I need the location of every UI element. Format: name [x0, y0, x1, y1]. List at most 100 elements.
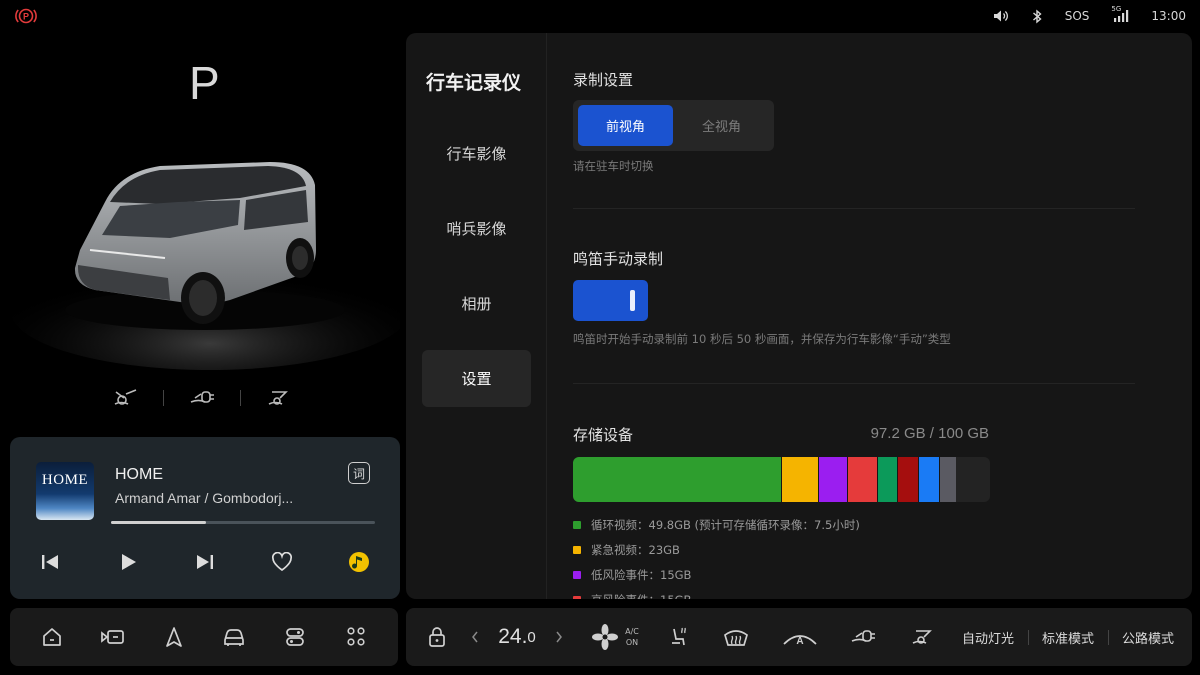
seat-heating-icon[interactable] — [662, 608, 694, 666]
legend-label: 紧急视频：23GB — [591, 543, 680, 557]
storage-legend-item: 低风险事件：15GB — [573, 567, 691, 583]
view-angle-hint: 请在驻车时切换 — [573, 159, 654, 173]
legend-label: 高风险事件：15GB — [591, 592, 691, 599]
road-mode-button[interactable]: 公路模式 — [1116, 608, 1180, 666]
horn-recording-hint: 鸣笛时开始手动录制前 10 秒后 50 秒画面，并保存为行车影像“手动”类型 — [573, 332, 951, 346]
divider — [1108, 630, 1109, 645]
svg-text:A: A — [796, 636, 803, 647]
camera-view-icon[interactable] — [99, 623, 127, 651]
legend-color-swatch — [573, 546, 581, 554]
music-app-icon[interactable] — [345, 548, 373, 576]
playback-progress-fill — [111, 521, 207, 524]
legend-label: 低风险事件：15GB — [591, 568, 692, 582]
storage-segment — [918, 457, 940, 502]
song-artist: Armand Amar / Gombodorj... — [115, 490, 294, 506]
toggle-knob — [630, 290, 635, 311]
divider — [240, 390, 241, 406]
ac-control[interactable]: A/C ON — [584, 608, 646, 666]
lock-icon[interactable] — [422, 608, 452, 666]
legend-color-swatch — [573, 571, 581, 579]
temp-decrease-icon[interactable] — [468, 608, 482, 666]
nav-driving-video[interactable]: 行车影像 — [422, 125, 531, 182]
signal-icon: 5G — [1111, 5, 1129, 23]
bluetooth-icon[interactable] — [1031, 8, 1043, 24]
svg-text:P: P — [23, 11, 29, 21]
vehicle-quick-controls — [108, 383, 308, 413]
view-angle-selector: 前视角 全视角 — [573, 100, 774, 151]
bottom-dock-left — [10, 608, 398, 666]
previous-track-button[interactable] — [36, 548, 64, 576]
song-title: HOME — [115, 466, 163, 483]
storage-segment — [847, 457, 877, 502]
next-track-button[interactable] — [191, 548, 219, 576]
divider — [573, 208, 1135, 209]
standard-mode-button[interactable]: 标准模式 — [1036, 608, 1100, 666]
lyrics-button[interactable]: 词 — [348, 462, 370, 484]
fan-icon — [592, 624, 619, 650]
temp-increase-icon[interactable] — [552, 608, 566, 666]
charge-port-icon[interactable] — [846, 608, 880, 666]
wiper-icon[interactable] — [108, 383, 142, 413]
storage-segment — [897, 457, 919, 502]
settings-content: 录制设置 前视角 全视角 请在驻车时切换 鸣笛手动录制 鸣笛时开始手动录制前 1… — [573, 33, 1173, 599]
storage-segment — [876, 457, 898, 502]
ac-status: ON — [625, 638, 639, 647]
auto-wiper-icon[interactable]: A — [780, 608, 820, 666]
temperature-integer: 24. — [498, 625, 528, 648]
sos-button[interactable]: SOS — [1065, 9, 1090, 23]
divider — [163, 390, 164, 406]
storage-legend-item: 高风险事件：15GB — [573, 592, 691, 599]
album-cover[interactable]: HOME — [36, 462, 94, 520]
bottom-dock-right: 24. 0 A/C ON A 自动灯光 标准模式 公路模式 — [406, 608, 1192, 666]
storage-segment — [573, 457, 781, 502]
front-view-option[interactable]: 前视角 — [578, 105, 673, 146]
trunk-icon[interactable] — [906, 608, 940, 666]
auto-light-button[interactable]: 自动灯光 — [956, 608, 1020, 666]
all-view-option[interactable]: 全视角 — [674, 105, 769, 146]
playback-progress-bar[interactable] — [111, 521, 375, 524]
vehicle-icon[interactable] — [220, 623, 248, 651]
volume-icon[interactable] — [993, 9, 1009, 23]
divider — [546, 33, 547, 599]
panel-title: 行车记录仪 — [426, 72, 522, 94]
legend-color-swatch — [573, 521, 581, 529]
divider — [1028, 630, 1029, 645]
storage-legend-item: 紧急视频：23GB — [573, 542, 680, 558]
favorite-heart-icon[interactable] — [268, 548, 296, 576]
front-defrost-icon[interactable] — [718, 608, 754, 666]
divider — [573, 383, 1135, 384]
gear-indicator: P — [189, 57, 220, 109]
horn-recording-toggle[interactable] — [573, 280, 648, 321]
media-player-card: HOME HOME Armand Amar / Gombodorj... 词 — [10, 437, 400, 599]
ac-label: A/C — [625, 627, 639, 636]
play-button[interactable] — [114, 548, 142, 576]
legend-label: 循环视频：49.8GB (预计可存储循环录像：7.5小时) — [591, 518, 860, 532]
clock: 13:00 — [1151, 9, 1186, 23]
horn-recording-title: 鸣笛手动录制 — [573, 250, 664, 268]
storage-segment — [939, 457, 956, 502]
toggles-icon[interactable] — [281, 623, 309, 651]
dashcam-settings-panel: 行车记录仪 行车影像 哨兵影像 相册 设置 录制设置 前视角 全视角 请在驻车时… — [406, 33, 1192, 599]
status-bar: P SOS 5G 13:00 — [0, 0, 1200, 32]
storage-usage-bar — [573, 457, 990, 502]
legend-color-swatch — [573, 596, 581, 599]
vehicle-model-image — [10, 140, 410, 370]
parking-brake-icon: P — [15, 7, 37, 25]
nav-album[interactable]: 相册 — [422, 275, 531, 332]
navigation-icon[interactable] — [160, 623, 188, 651]
charge-port-icon[interactable] — [185, 383, 219, 413]
nav-sentry-video[interactable]: 哨兵影像 — [422, 200, 531, 257]
home-icon[interactable] — [38, 623, 66, 651]
storage-usage: 97.2 GB / 100 GB — [870, 425, 989, 442]
storage-segment — [780, 457, 819, 502]
apps-grid-icon[interactable] — [342, 623, 370, 651]
trunk-icon[interactable] — [262, 383, 296, 413]
temperature-decimal: 0 — [527, 628, 536, 646]
album-cover-title: HOME — [41, 472, 89, 488]
recording-settings-title: 录制设置 — [573, 71, 634, 89]
nav-settings[interactable]: 设置 — [422, 350, 531, 407]
temperature-display[interactable]: 24. 0 — [492, 608, 542, 666]
storage-legend-item: 循环视频：49.8GB (预计可存储循环录像：7.5小时) — [573, 517, 860, 533]
storage-title: 存储设备 — [573, 426, 634, 444]
storage-segment — [818, 457, 848, 502]
